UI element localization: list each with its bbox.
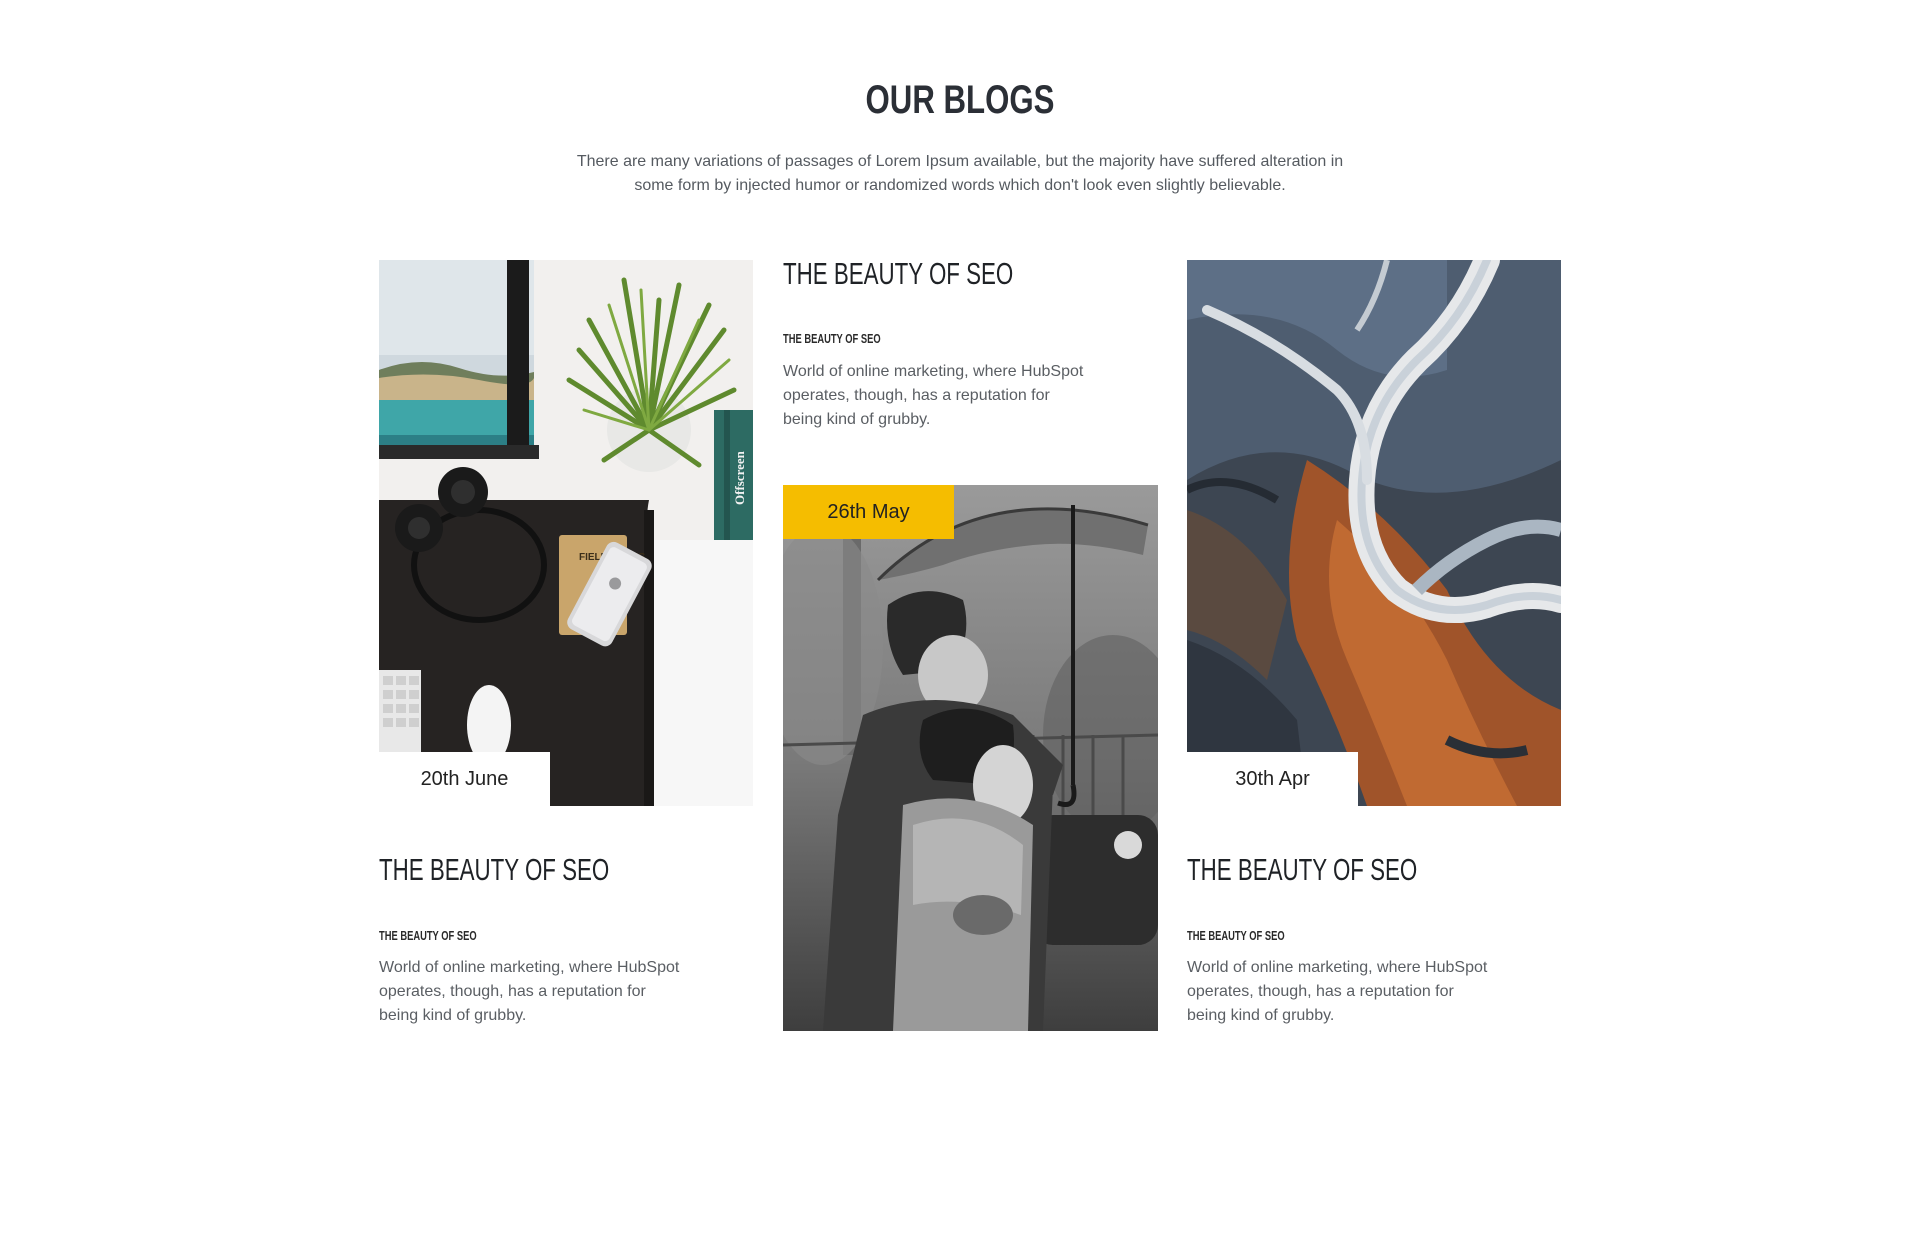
section-title: OUR BLOGS	[865, 78, 1055, 122]
post-2-text: World of online marketing, where HubSpot…	[783, 363, 1084, 428]
post-1-subtitle: THE BEAUTY OF SEO	[379, 928, 477, 943]
post-3-text: World of online marketing, where HubSpot…	[1187, 959, 1488, 1024]
couple-umbrella-photo	[783, 485, 1158, 1031]
section-intro: There are many variations of passages of…	[576, 153, 1344, 194]
post-3-image[interactable]	[1187, 260, 1561, 806]
post-2-title[interactable]: THE BEAUTY OF SEO	[783, 256, 1013, 292]
aerial-river-photo	[1187, 260, 1561, 806]
post-2-subtitle: THE BEAUTY OF SEO	[783, 331, 881, 346]
desk-flatlay-photo: Offscreen FIELD NOTES	[379, 260, 753, 806]
post-3-title[interactable]: THE BEAUTY OF SEO	[1187, 852, 1417, 888]
book-spine-text: Offscreen	[732, 450, 747, 505]
post-1-date: 20th June	[379, 752, 550, 806]
post-3-subtitle: THE BEAUTY OF SEO	[1187, 928, 1285, 943]
post-1-image[interactable]: Offscreen FIELD NOTES	[379, 260, 753, 806]
post-2-date: 26th May	[783, 485, 954, 539]
blog-section: OUR BLOGS There are many variations of p…	[0, 0, 1920, 1242]
post-1-text: World of online marketing, where HubSpot…	[379, 959, 680, 1024]
post-3-date: 30th Apr	[1187, 752, 1358, 806]
post-2-image[interactable]	[783, 485, 1158, 1031]
post-1-title[interactable]: THE BEAUTY OF SEO	[379, 852, 609, 888]
